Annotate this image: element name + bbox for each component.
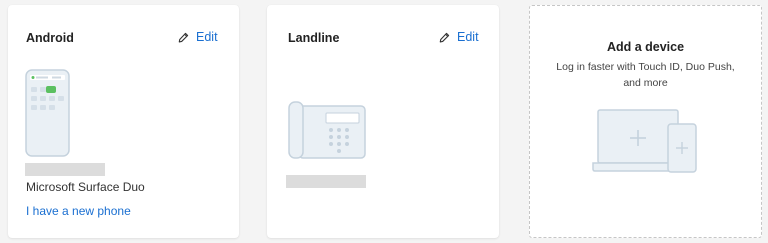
edit-label: Edit <box>196 30 218 44</box>
edit-button[interactable]: Edit <box>439 30 479 44</box>
add-device-description: Log in faster with Touch ID, Duo Push, a… <box>556 61 735 89</box>
device-card-landline: Landline Edit <box>267 5 499 238</box>
desk-phone-illustration <box>288 101 366 159</box>
pencil-icon <box>178 32 189 43</box>
card-title: Android <box>26 31 74 45</box>
card-title: Landline <box>288 31 340 45</box>
laptop-tablet-illustration <box>592 109 697 173</box>
phone-illustration <box>25 69 70 157</box>
device-name: Microsoft Surface Duo <box>26 180 145 194</box>
add-device-card[interactable]: Add a device Log in faster with Touch ID… <box>529 5 762 238</box>
pencil-icon <box>439 32 450 43</box>
edit-label: Edit <box>457 30 479 44</box>
edit-button[interactable]: Edit <box>178 30 218 44</box>
redacted-phone-number <box>286 175 366 188</box>
device-card-android: Android Edit Microsoft Surface Duo I hav… <box>8 5 239 238</box>
redacted-phone-number <box>25 163 105 176</box>
add-device-title: Add a device <box>606 40 685 54</box>
new-phone-link[interactable]: I have a new phone <box>26 204 131 218</box>
